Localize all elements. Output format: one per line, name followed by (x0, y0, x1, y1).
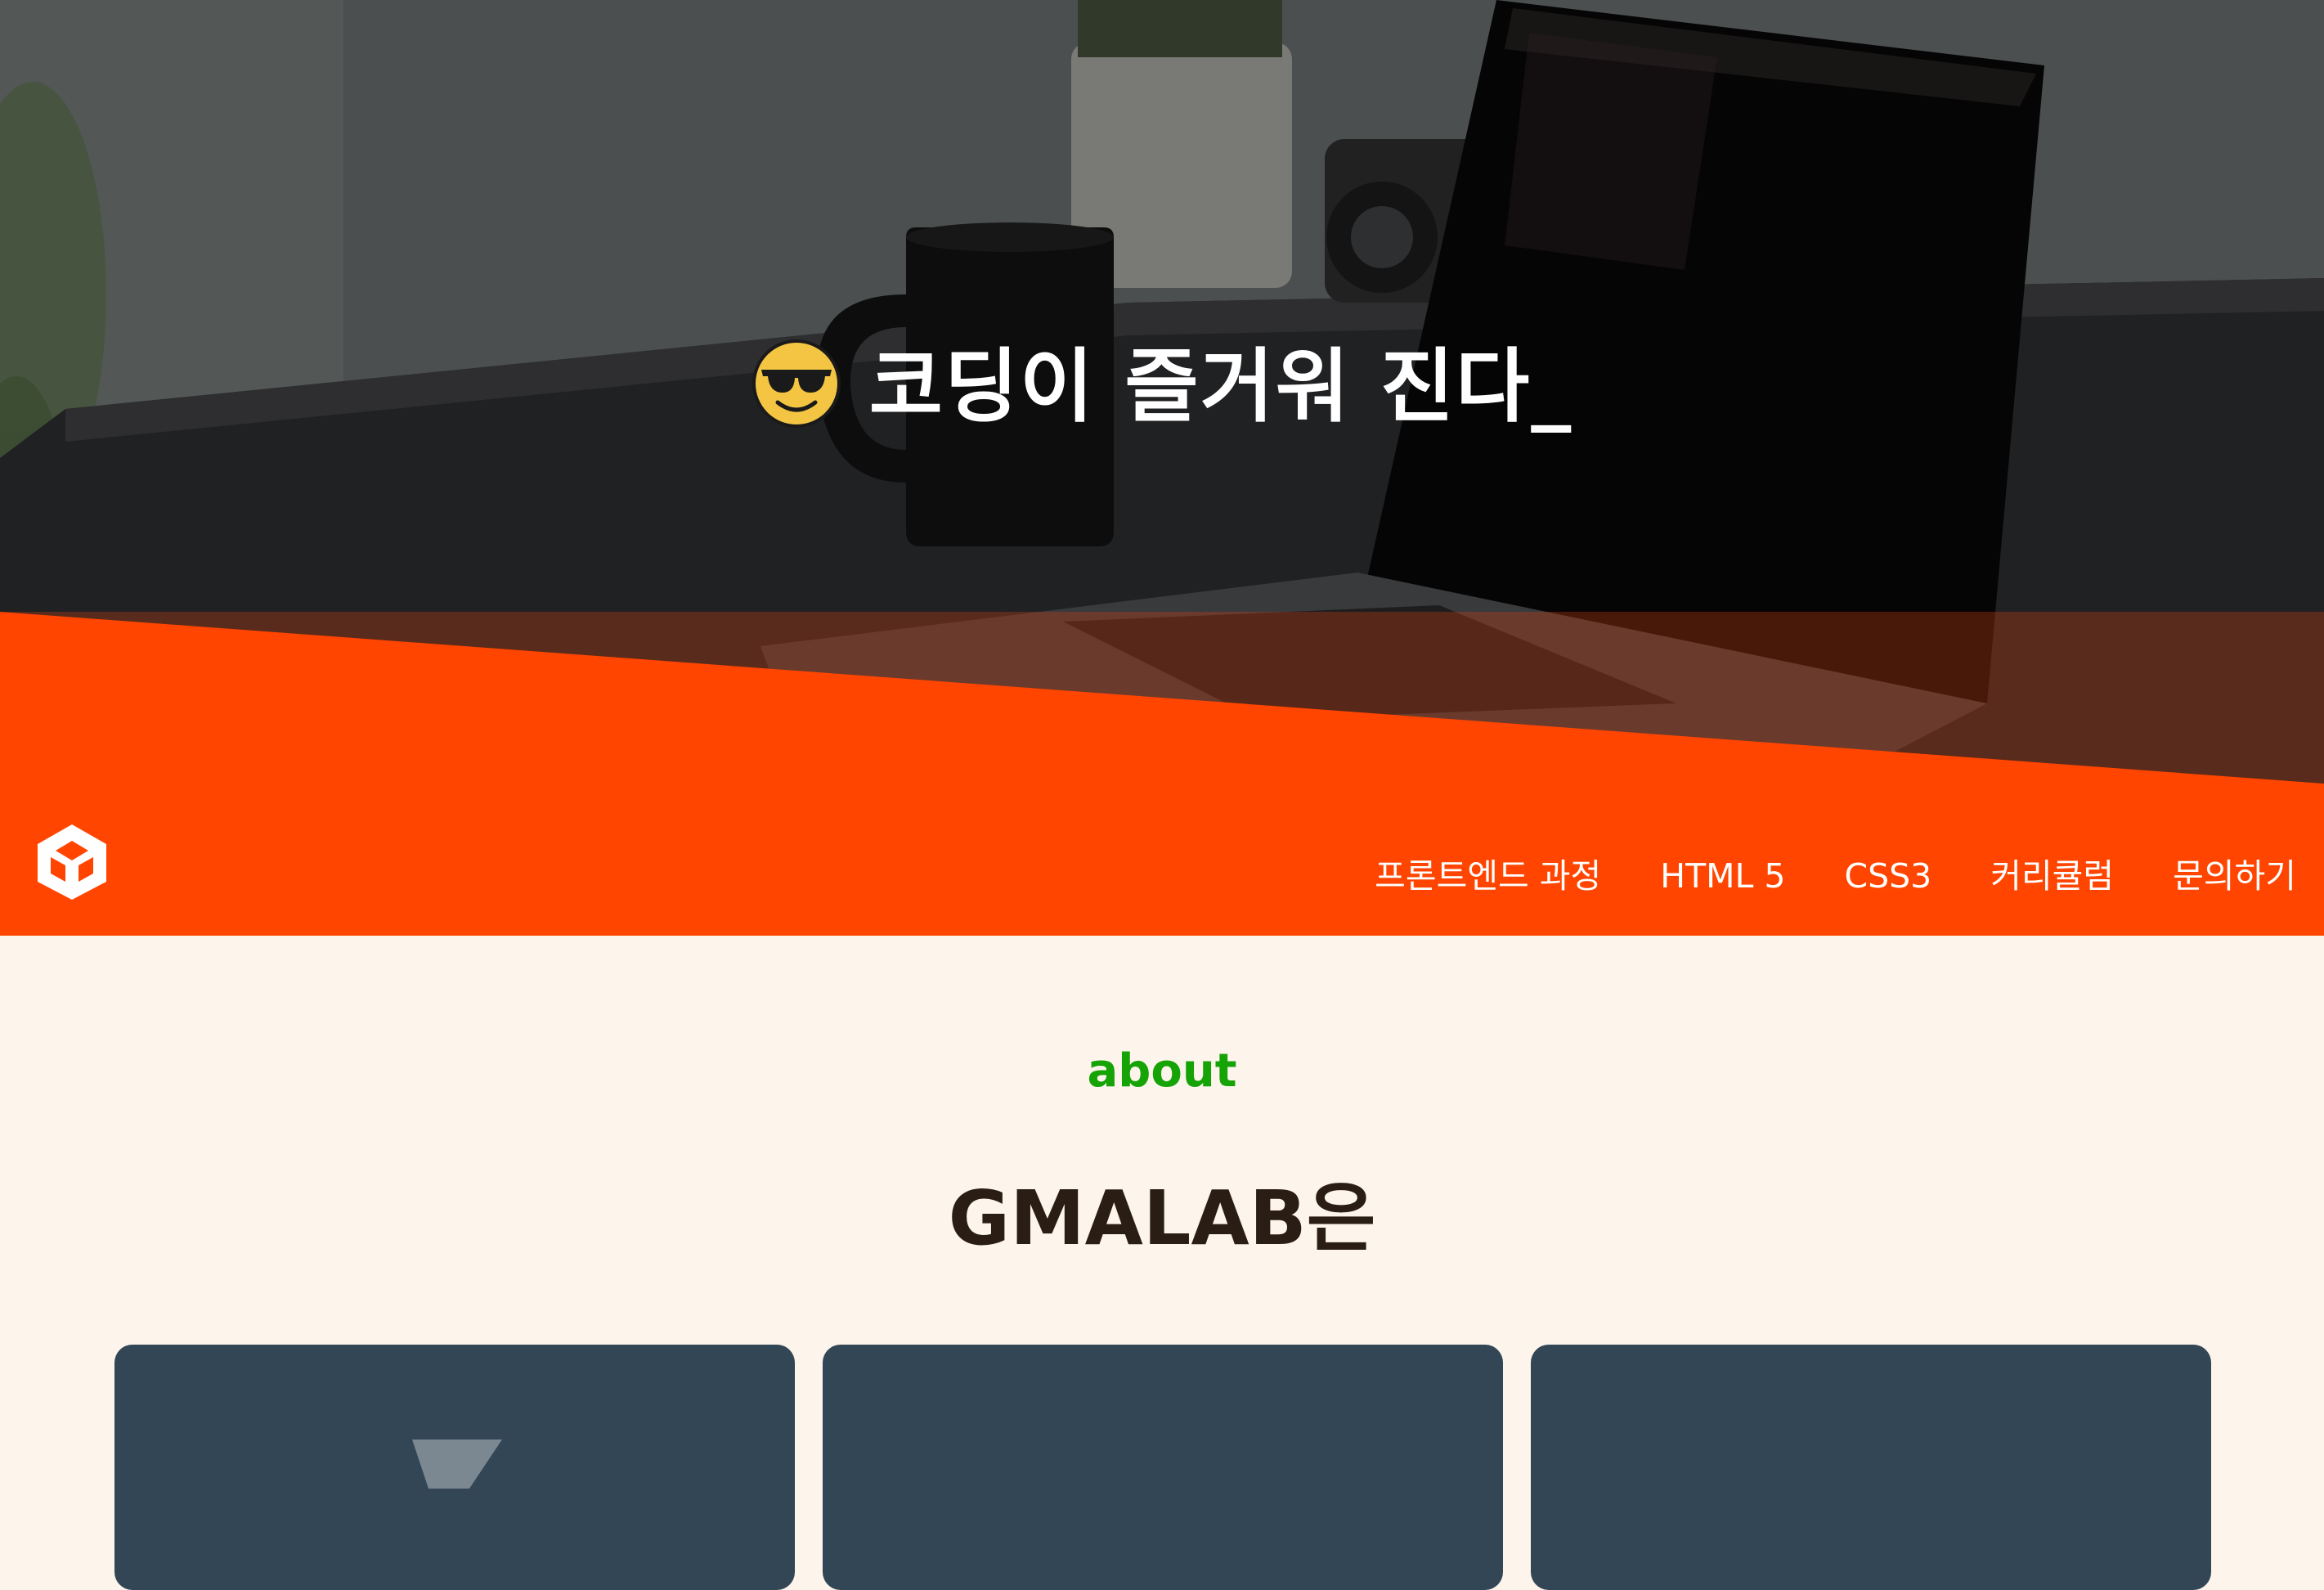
nav-item-html5[interactable]: HTML 5 (1660, 847, 1785, 905)
cube-logo-icon[interactable] (34, 823, 110, 901)
hero-section: 코딩이 즐거워 진다_ (0, 0, 2324, 802)
main-navigation: 프론트엔드 과정 HTML 5 CSS3 커리큘럼 문의하기 (1375, 847, 2296, 905)
sunglasses-emoji-icon (751, 339, 841, 429)
hero-headline-text: 코딩이 즐거워 진다 (868, 340, 1532, 433)
typing-cursor: _ (1531, 340, 1573, 433)
nav-item-contact[interactable]: 문의하기 (2173, 847, 2296, 905)
about-card-3[interactable] (1531, 1345, 2211, 1590)
about-title: GMALAB은 (948, 1175, 1376, 1262)
hero-headline: 코딩이 즐거워 진다_ (0, 334, 2324, 440)
nav-item-frontend-course[interactable]: 프론트엔드 과정 (1375, 847, 1601, 905)
nav-item-css3[interactable]: CSS3 (1844, 847, 1931, 905)
card-graphic-icon (412, 1440, 502, 1489)
about-eyebrow: about (1087, 1044, 1237, 1098)
nav-item-curriculum[interactable]: 커리큘럼 (1990, 847, 2114, 905)
about-card-list (114, 1345, 2211, 1590)
about-card-1[interactable] (114, 1345, 795, 1590)
about-card-2[interactable] (823, 1345, 1503, 1590)
